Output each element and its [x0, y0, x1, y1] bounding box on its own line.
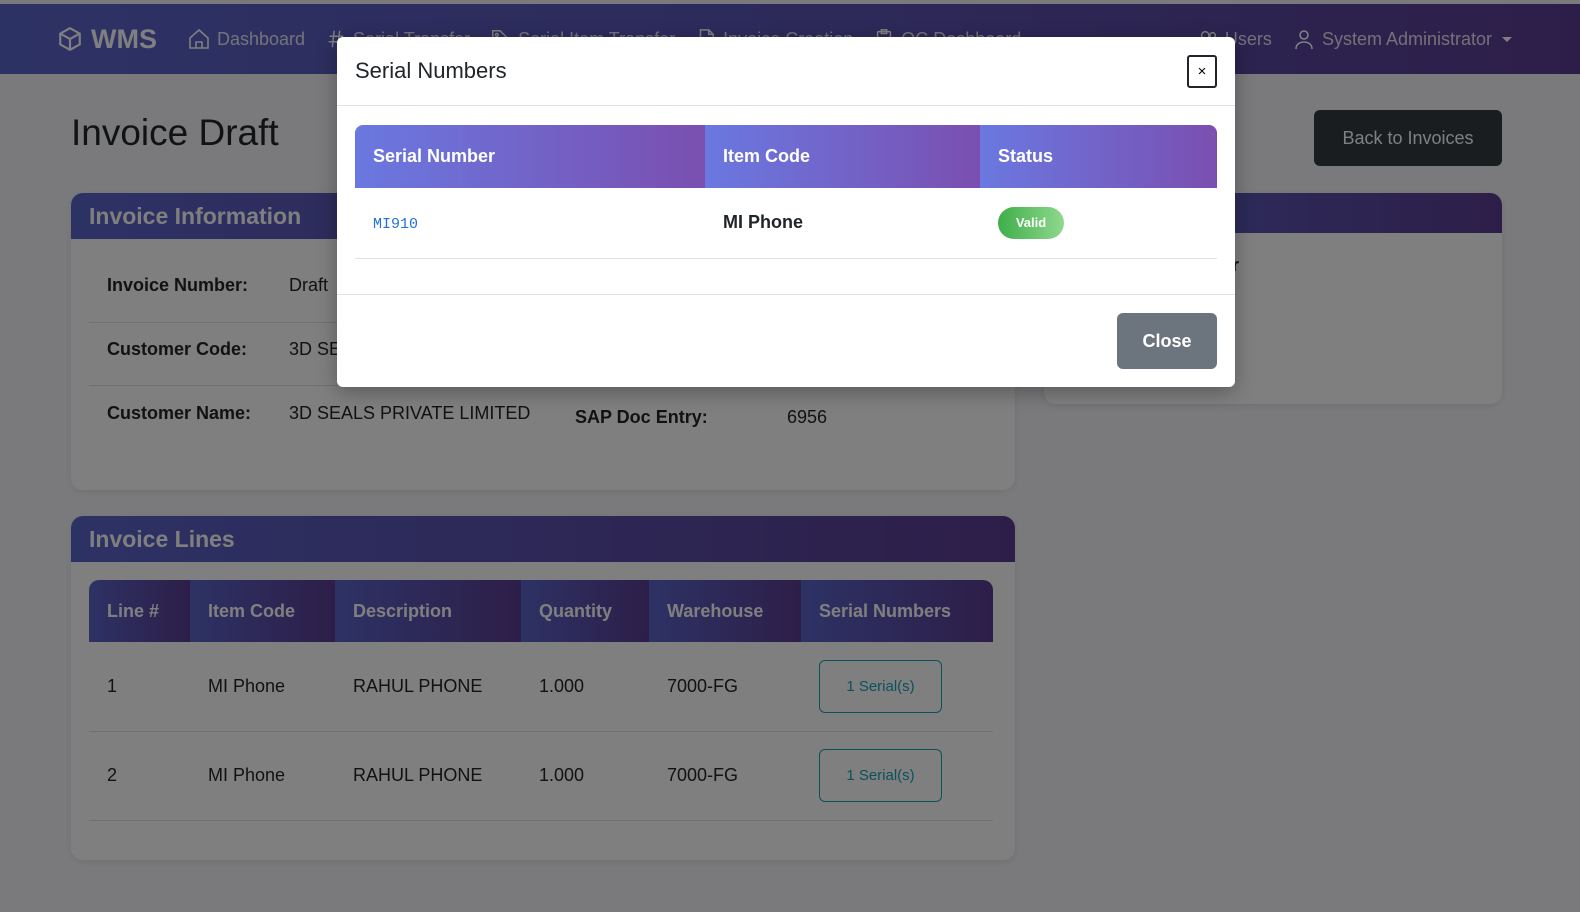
column-header: Serial Number	[355, 125, 705, 188]
item-code-cell: MI Phone	[705, 188, 980, 259]
modal-title: Serial Numbers	[355, 58, 507, 83]
serial-number-cell: MI910	[355, 188, 705, 259]
column-header: Status	[980, 125, 1217, 188]
serial-numbers-table: Serial Number Item Code Status MI910 MI …	[355, 125, 1217, 259]
status-badge: Valid	[998, 206, 1064, 239]
serial-numbers-modal: Serial Numbers × Serial Number Item Code…	[337, 37, 1235, 387]
status-cell: Valid	[980, 188, 1217, 259]
column-header: Item Code	[705, 125, 980, 188]
table-row: MI910 MI Phone Valid	[355, 188, 1217, 259]
modal-footer: Close	[337, 294, 1235, 387]
item-code-value: MI Phone	[723, 212, 803, 233]
close-button[interactable]: Close	[1117, 313, 1217, 369]
close-icon[interactable]: ×	[1187, 55, 1217, 88]
serial-number-value: MI910	[373, 216, 419, 234]
modal-header: Serial Numbers ×	[337, 37, 1235, 106]
table-header-row: Serial Number Item Code Status	[355, 125, 1217, 188]
